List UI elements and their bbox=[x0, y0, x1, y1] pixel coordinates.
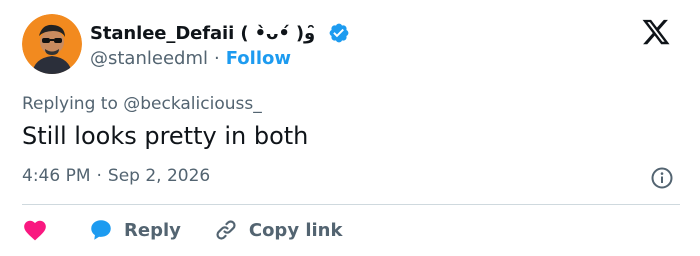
replying-to-user-link[interactable]: @beckaliciouss_ bbox=[123, 94, 261, 114]
link-icon bbox=[213, 217, 239, 243]
avatar-image bbox=[22, 14, 82, 74]
tweet-time: 4:46 PM bbox=[22, 166, 91, 186]
copy-link-label: Copy link bbox=[248, 219, 343, 241]
follow-button[interactable]: Follow bbox=[226, 48, 291, 69]
replying-to-label: Replying to bbox=[22, 94, 124, 114]
reply-label: Reply bbox=[124, 219, 181, 241]
heart-icon[interactable] bbox=[22, 217, 48, 243]
author-handle[interactable]: @stanleedml bbox=[90, 48, 208, 69]
author-display-name[interactable]: Stanlee_Defaii ( •̀ᴗ•́ )و ̑̑ bbox=[90, 23, 322, 44]
tweet-timestamp[interactable]: 4:46 PM · Sep 2, 2026 bbox=[22, 166, 210, 186]
separator-dot: · bbox=[213, 48, 220, 69]
tweet-text: Still looks pretty in both bbox=[22, 122, 309, 150]
tweet-date: Sep 2, 2026 bbox=[107, 166, 211, 186]
tweet-actions: Reply Copy link bbox=[22, 214, 342, 246]
tweet-embed-card: Stanlee_Defaii ( •̀ᴗ•́ )و ̑̑ @stanleedml… bbox=[0, 0, 700, 256]
reply-button[interactable]: Reply bbox=[88, 217, 181, 243]
author-handle-row: @stanleedml · Follow bbox=[90, 48, 291, 69]
info-icon[interactable] bbox=[650, 166, 674, 190]
divider bbox=[22, 204, 680, 205]
replying-to-line: Replying to @beckaliciouss_ bbox=[22, 94, 262, 114]
speech-bubble-icon bbox=[88, 217, 114, 243]
verified-badge-icon bbox=[328, 22, 350, 44]
author-name-row: Stanlee_Defaii ( •̀ᴗ•́ )و ̑̑ bbox=[90, 20, 350, 46]
x-logo-icon[interactable] bbox=[640, 17, 676, 49]
separator-dot: · bbox=[96, 166, 102, 186]
avatar[interactable] bbox=[22, 14, 82, 74]
copy-link-button[interactable]: Copy link bbox=[213, 217, 343, 243]
